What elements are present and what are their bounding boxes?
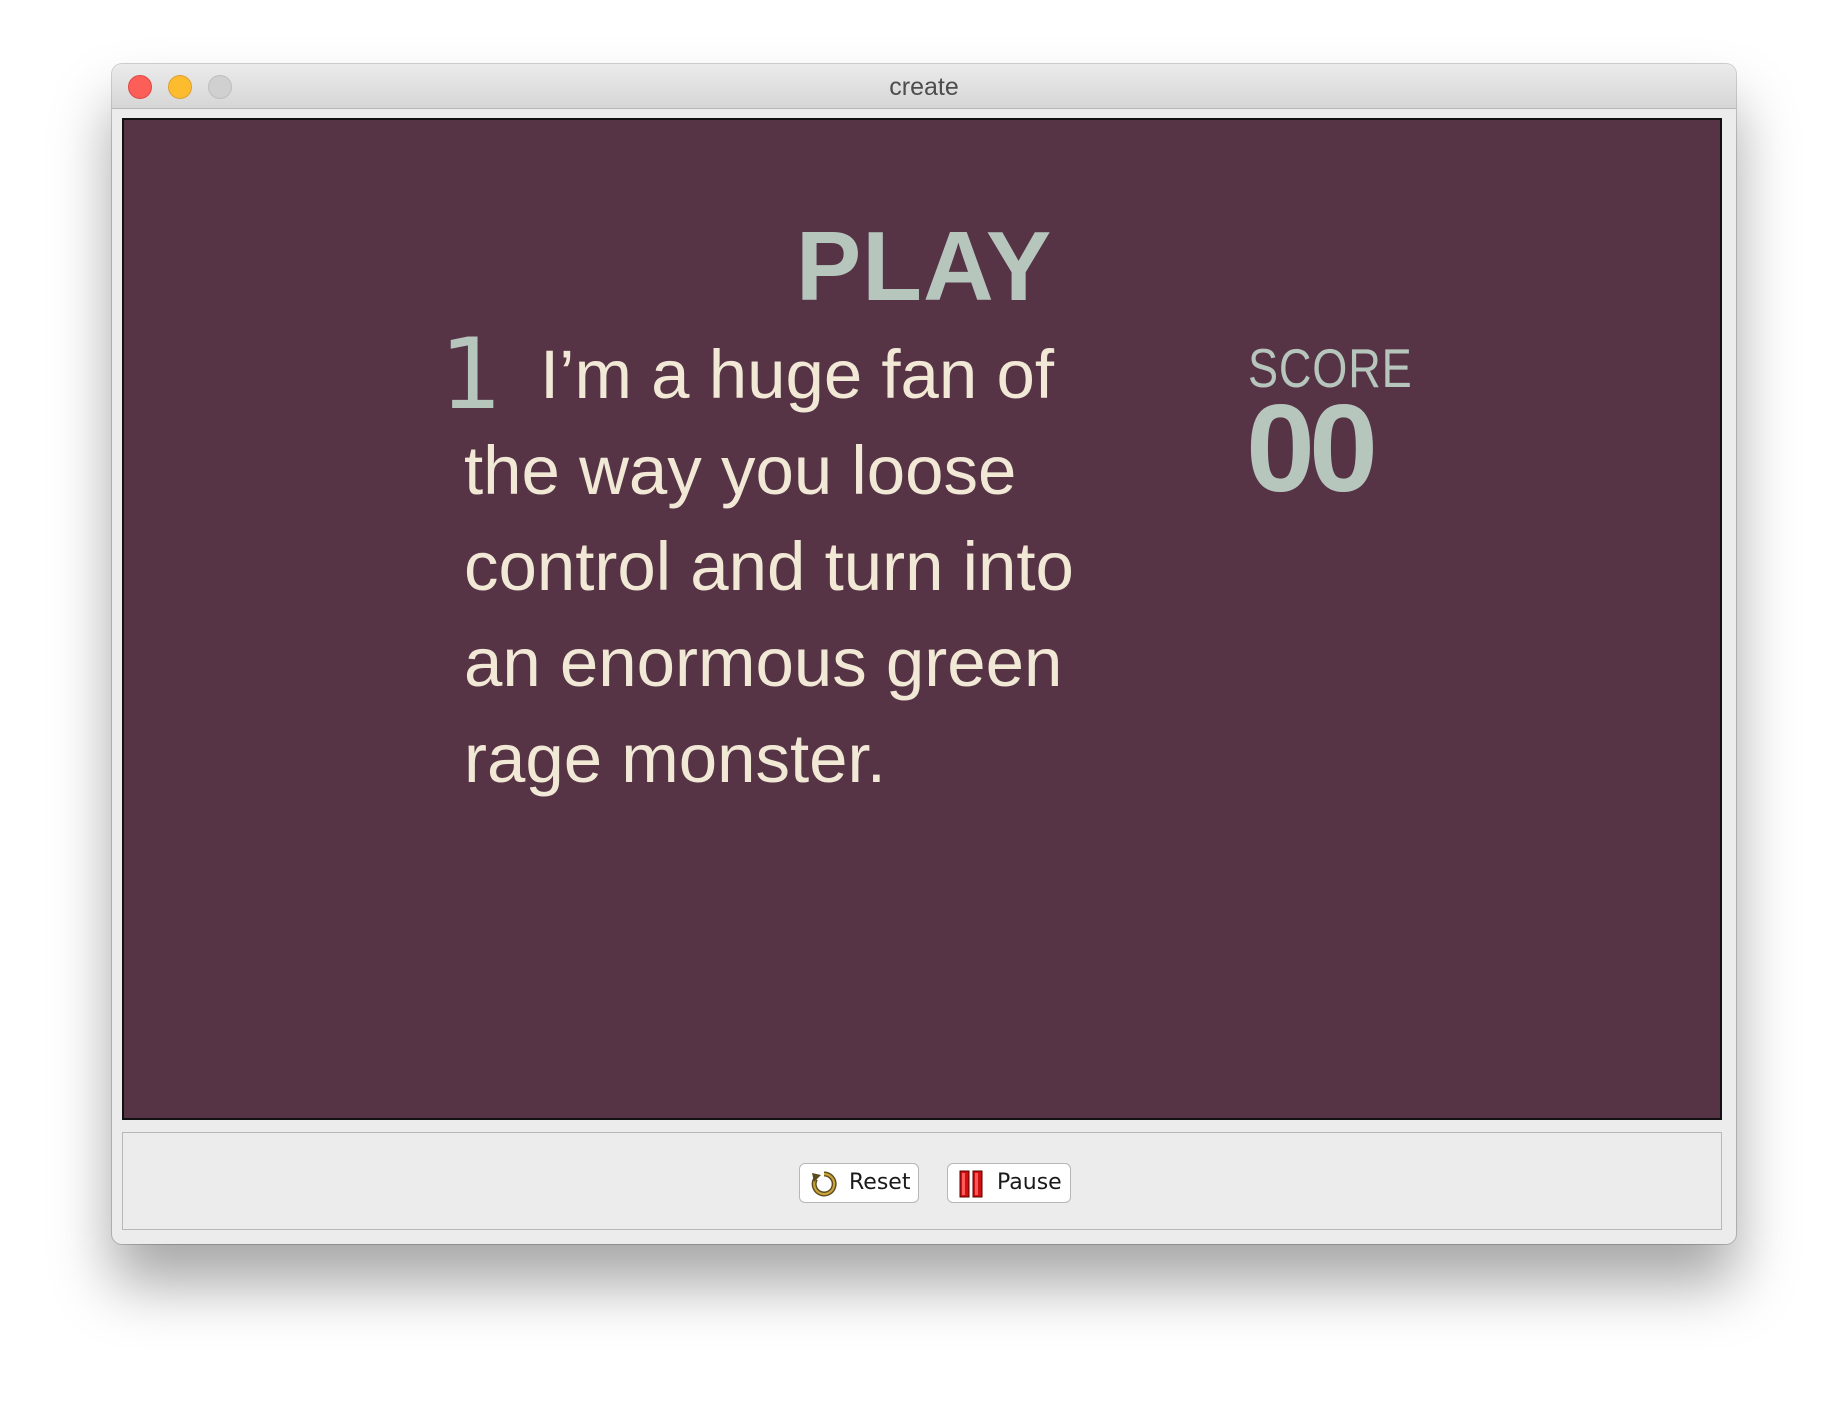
app-window: create PLAY 1 I’m a huge fan of the way … [112,64,1736,1244]
control-bar: Reset Pause [122,1132,1722,1230]
pause-button[interactable]: Pause [947,1163,1071,1203]
window-title: create [889,73,959,101]
score-value: 00 [1246,380,1378,518]
pause-icon [959,1170,983,1198]
play-heading: PLAY [795,211,1053,321]
game-canvas: PLAY 1 I’m a huge fan of the way you loo… [122,118,1722,1120]
title-bar[interactable]: create [112,64,1736,109]
reset-icon [811,1171,837,1197]
reset-button[interactable]: Reset [799,1163,919,1203]
reset-button-label: Reset [849,1170,911,1195]
question-text: I’m a huge fan of the way you loose cont… [464,336,1074,797]
pause-button-label: Pause [997,1170,1062,1195]
